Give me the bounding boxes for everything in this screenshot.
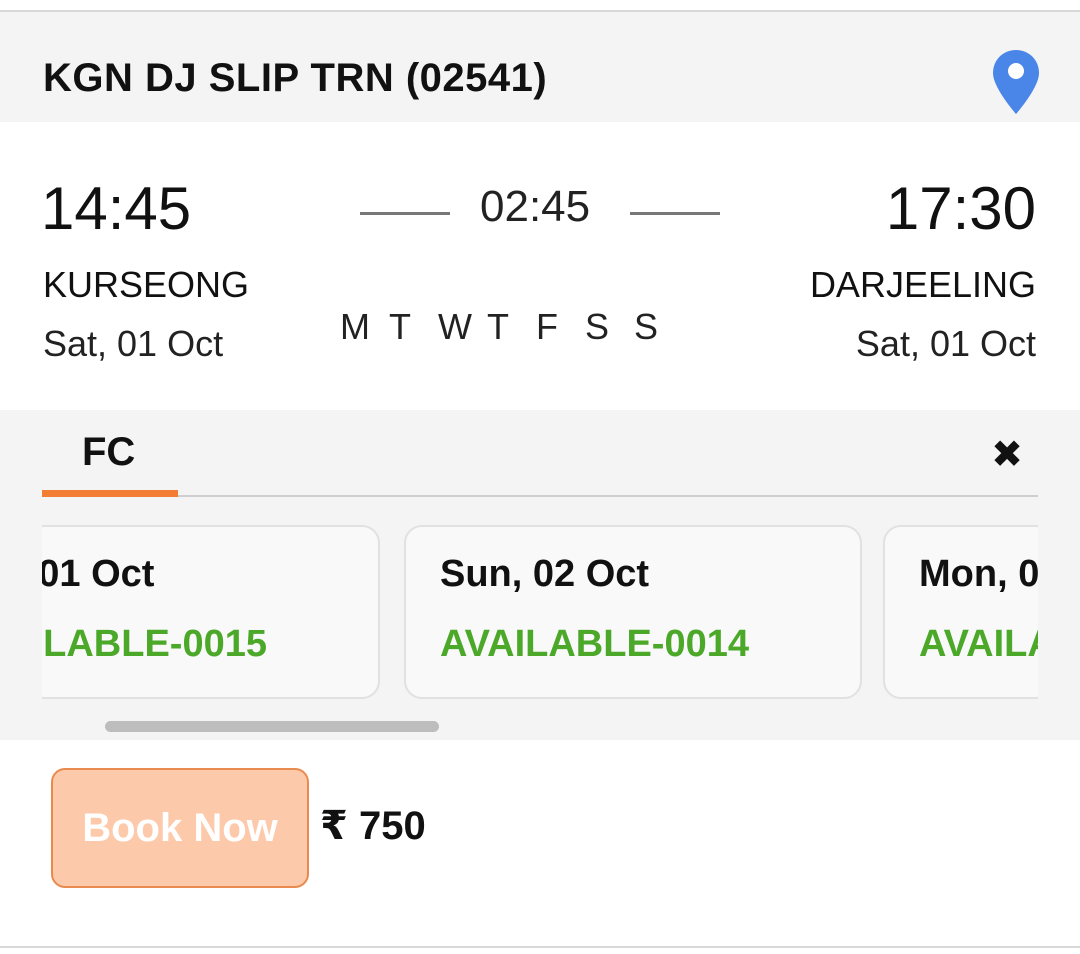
availability-status: AVAILABLE-0014: [440, 623, 749, 665]
duration-line-left: [360, 212, 450, 215]
availability-date: Sun, 02 Oct: [440, 553, 650, 595]
availability-status: AVAILABLE: [919, 623, 1038, 665]
journey-duration: 02:45: [480, 182, 591, 231]
train-name: KGN DJ SLIP TRN (02541): [43, 56, 548, 100]
availability-date: Sat, 01 Oct: [42, 553, 155, 595]
fare-amount: ₹ 750: [320, 804, 426, 848]
class-availability-panel: FC ✖ Sat, 01 Oct AVAILABLE-0015 Sun, 02 …: [0, 410, 1080, 740]
arrival-time: 17:30: [885, 175, 1036, 242]
run-day: M: [340, 306, 370, 347]
book-now-button[interactable]: Book Now: [51, 768, 309, 888]
departure-date: Sat, 01 Oct: [43, 323, 224, 364]
journey-summary: 14:45 02:45 17:30 KURSEONG DARJEELING Sa…: [0, 122, 1080, 410]
availability-carousel[interactable]: Sat, 01 Oct AVAILABLE-0015 Sun, 02 Oct A…: [42, 523, 1038, 705]
close-icon[interactable]: ✖: [990, 436, 1024, 474]
duration-line-right: [630, 212, 720, 215]
availability-card[interactable]: Sun, 02 Oct AVAILABLE-0014: [404, 525, 862, 699]
availability-card[interactable]: Sat, 01 Oct AVAILABLE-0015: [42, 525, 380, 699]
departure-time: 14:45: [41, 175, 192, 242]
train-header: KGN DJ SLIP TRN (02541): [0, 12, 1080, 122]
run-day: S: [634, 306, 659, 347]
run-day: W: [438, 306, 472, 347]
bottom-divider: [0, 946, 1080, 948]
tab-divider: [42, 495, 1038, 497]
active-tab-indicator: [42, 490, 178, 497]
run-days: M T W T F S S: [340, 306, 683, 348]
carousel-scrollbar[interactable]: [105, 721, 439, 732]
arrival-date: Sat, 01 Oct: [855, 323, 1036, 364]
availability-status: AVAILABLE-0015: [42, 623, 267, 665]
destination-station: DARJEELING: [809, 264, 1036, 305]
run-day: F: [536, 306, 558, 347]
tab-class-fc[interactable]: FC: [82, 430, 135, 475]
map-pin-icon[interactable]: [993, 50, 1039, 114]
availability-card[interactable]: Mon, 03 Oct AVAILABLE: [883, 525, 1038, 699]
run-day: S: [585, 306, 610, 347]
run-day: T: [487, 306, 509, 347]
origin-station: KURSEONG: [43, 264, 250, 305]
run-day: T: [389, 306, 411, 347]
availability-date: Mon, 03 Oct: [919, 553, 1038, 595]
